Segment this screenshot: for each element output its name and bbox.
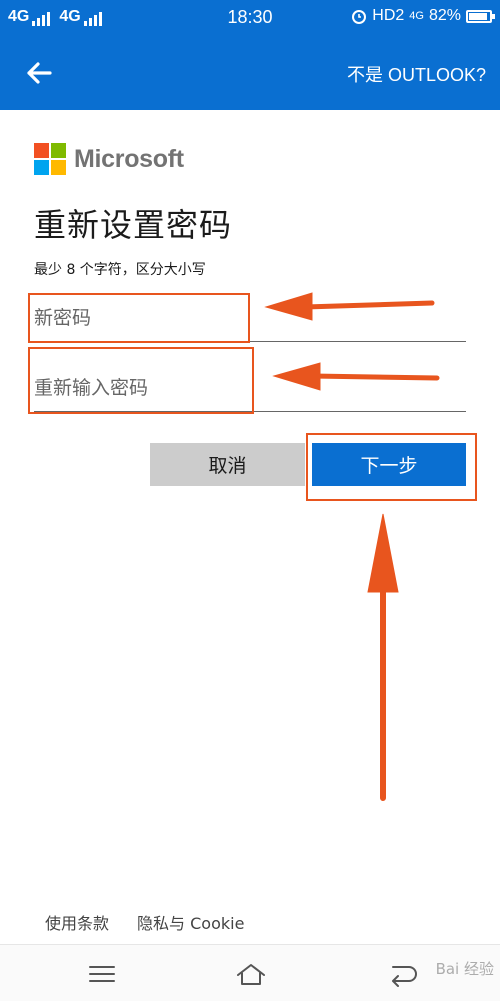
battery-percent: 82% <box>428 7 461 24</box>
microsoft-squares-icon <box>34 143 66 175</box>
net-type-indicator: 4G <box>409 10 424 22</box>
watermark: Bai 经验 <box>435 960 494 978</box>
back-icon[interactable] <box>385 961 419 987</box>
app-bar: 不是 OUTLOOK? <box>0 36 500 110</box>
terms-link[interactable]: 使用条款 <box>45 910 109 934</box>
password-hint: 最少 8 个字符，区分大小写 <box>34 262 206 278</box>
status-right: HD2 4G 82% <box>351 7 495 25</box>
status-bar: 4G 4G 18:30 HD2 4G 82% <box>0 0 500 36</box>
home-icon[interactable] <box>234 961 268 987</box>
screen: 4G 4G 18:30 HD2 4G 82% 不是 OUTLOOK? Micro… <box>0 0 500 1001</box>
footer-links: 使用条款 隐私与 Cookie <box>45 910 244 934</box>
menu-icon[interactable] <box>85 961 119 987</box>
not-outlook-link[interactable]: 不是 OUTLOOK? <box>347 61 486 87</box>
system-nav-bar <box>0 944 500 1001</box>
hd-indicator: HD2 <box>372 7 405 24</box>
alarm-icon <box>352 10 367 24</box>
arrow-left-icon[interactable] <box>22 56 56 90</box>
cancel-button[interactable]: 取消 <box>150 443 305 486</box>
battery-icon <box>466 9 495 23</box>
privacy-link[interactable]: 隐私与 Cookie <box>137 910 244 934</box>
arrow-to-next-button <box>367 513 399 801</box>
annotation-box-confirm-password <box>28 347 254 414</box>
microsoft-logo: Microsoft <box>34 143 184 175</box>
brand-name: Microsoft <box>74 144 184 173</box>
annotation-box-next-button <box>306 433 477 501</box>
annotation-box-new-password <box>28 293 250 343</box>
page-title: 重新设置密码 <box>34 206 233 244</box>
